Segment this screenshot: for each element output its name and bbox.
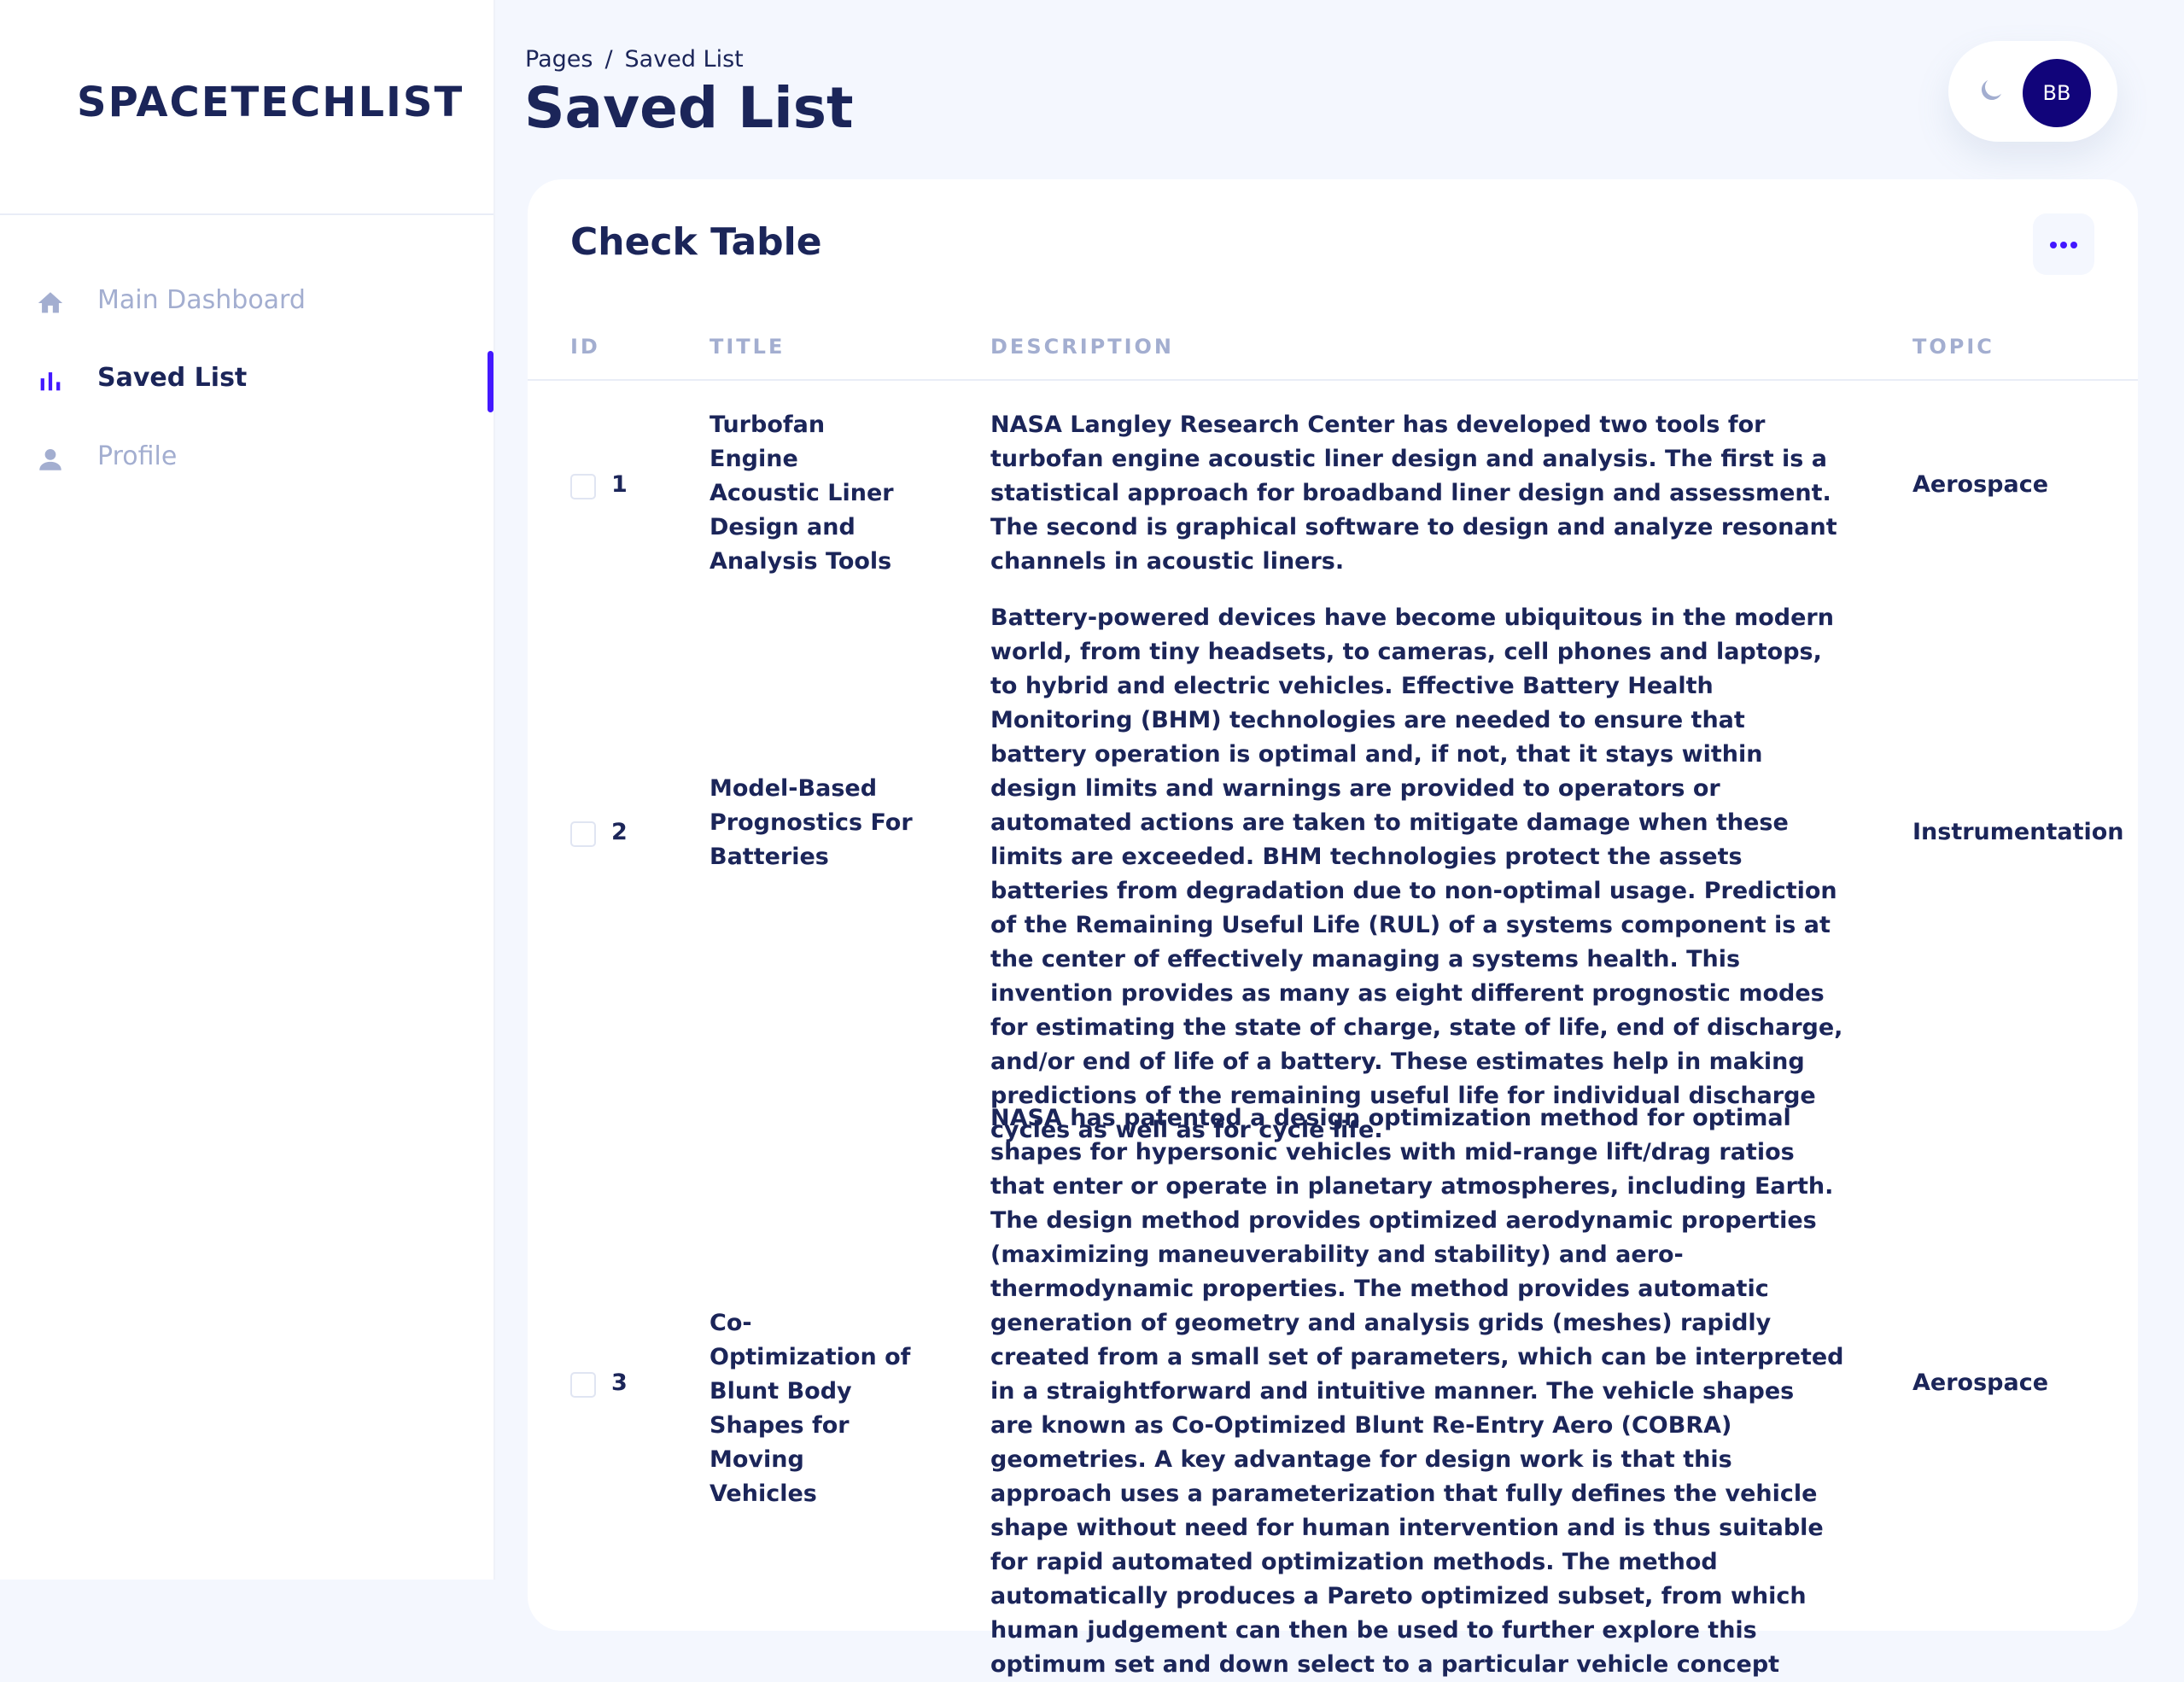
row-title: Turbofan Engine Acoustic Liner Design an… <box>710 412 894 575</box>
row-topic: Aerospace <box>1912 471 2049 498</box>
row-id: 3 <box>611 1370 628 1396</box>
column-header-id[interactable]: ID <box>570 335 600 359</box>
person-icon <box>36 445 65 474</box>
row-checkbox[interactable] <box>570 821 596 847</box>
row-title: Model-Based Prognostics For Batteries <box>710 775 913 870</box>
column-header-description[interactable]: DESCRIPTION <box>990 335 1174 359</box>
page-title: Saved List <box>524 75 854 141</box>
row-description: Battery-powered devices have become ubiq… <box>990 604 1843 1143</box>
sidebar: SPACETECHLIST Main Dashboard Saved List … <box>0 0 493 1580</box>
sidebar-item-label: Profile <box>97 441 178 471</box>
sidebar-item-main-dashboard[interactable]: Main Dashboard <box>0 273 493 333</box>
row-id: 1 <box>611 471 628 498</box>
breadcrumb-link-pages[interactable]: Pages <box>525 46 593 73</box>
breadcrumb-separator: / <box>604 46 613 73</box>
avatar[interactable]: BB <box>2023 59 2091 127</box>
column-header-topic[interactable]: TOPIC <box>1912 335 1994 359</box>
row-topic: Aerospace <box>1912 1370 2049 1396</box>
header-divider <box>528 379 2138 381</box>
bar-chart-icon <box>36 366 65 395</box>
row-topic: Instrumentation <box>1912 819 2124 845</box>
home-icon <box>36 289 65 318</box>
row-description: NASA Langley Research Center has develop… <box>990 412 1837 575</box>
breadcrumb: Pages / Saved List <box>525 46 744 73</box>
breadcrumb-current: Saved List <box>624 46 744 73</box>
user-toolbar: BB <box>1948 41 2117 142</box>
sidebar-divider <box>0 213 493 215</box>
active-indicator <box>488 351 493 412</box>
sidebar-item-saved-list[interactable]: Saved List <box>0 351 493 412</box>
row-checkbox[interactable] <box>570 1372 596 1398</box>
brand-logo: SPACETECHLIST <box>77 79 464 126</box>
check-table-card: Check Table ID TITLE DESCRIPTION TOPIC 1… <box>528 179 2138 1678</box>
row-description: NASA has patented a design optimization … <box>990 1105 1844 1678</box>
more-options-button[interactable] <box>2033 213 2094 275</box>
card-title: Check Table <box>570 220 822 264</box>
more-horizontal-icon <box>2049 237 2078 253</box>
row-title: Co-Optimization of Blunt Body Shapes for… <box>710 1310 911 1507</box>
row-id: 2 <box>611 819 628 845</box>
moon-icon[interactable] <box>1976 75 2006 106</box>
column-header-title[interactable]: TITLE <box>710 335 785 359</box>
sidebar-item-profile[interactable]: Profile <box>0 429 493 489</box>
row-checkbox[interactable] <box>570 474 596 499</box>
sidebar-item-label: Main Dashboard <box>97 285 306 315</box>
sidebar-item-label: Saved List <box>97 363 248 393</box>
